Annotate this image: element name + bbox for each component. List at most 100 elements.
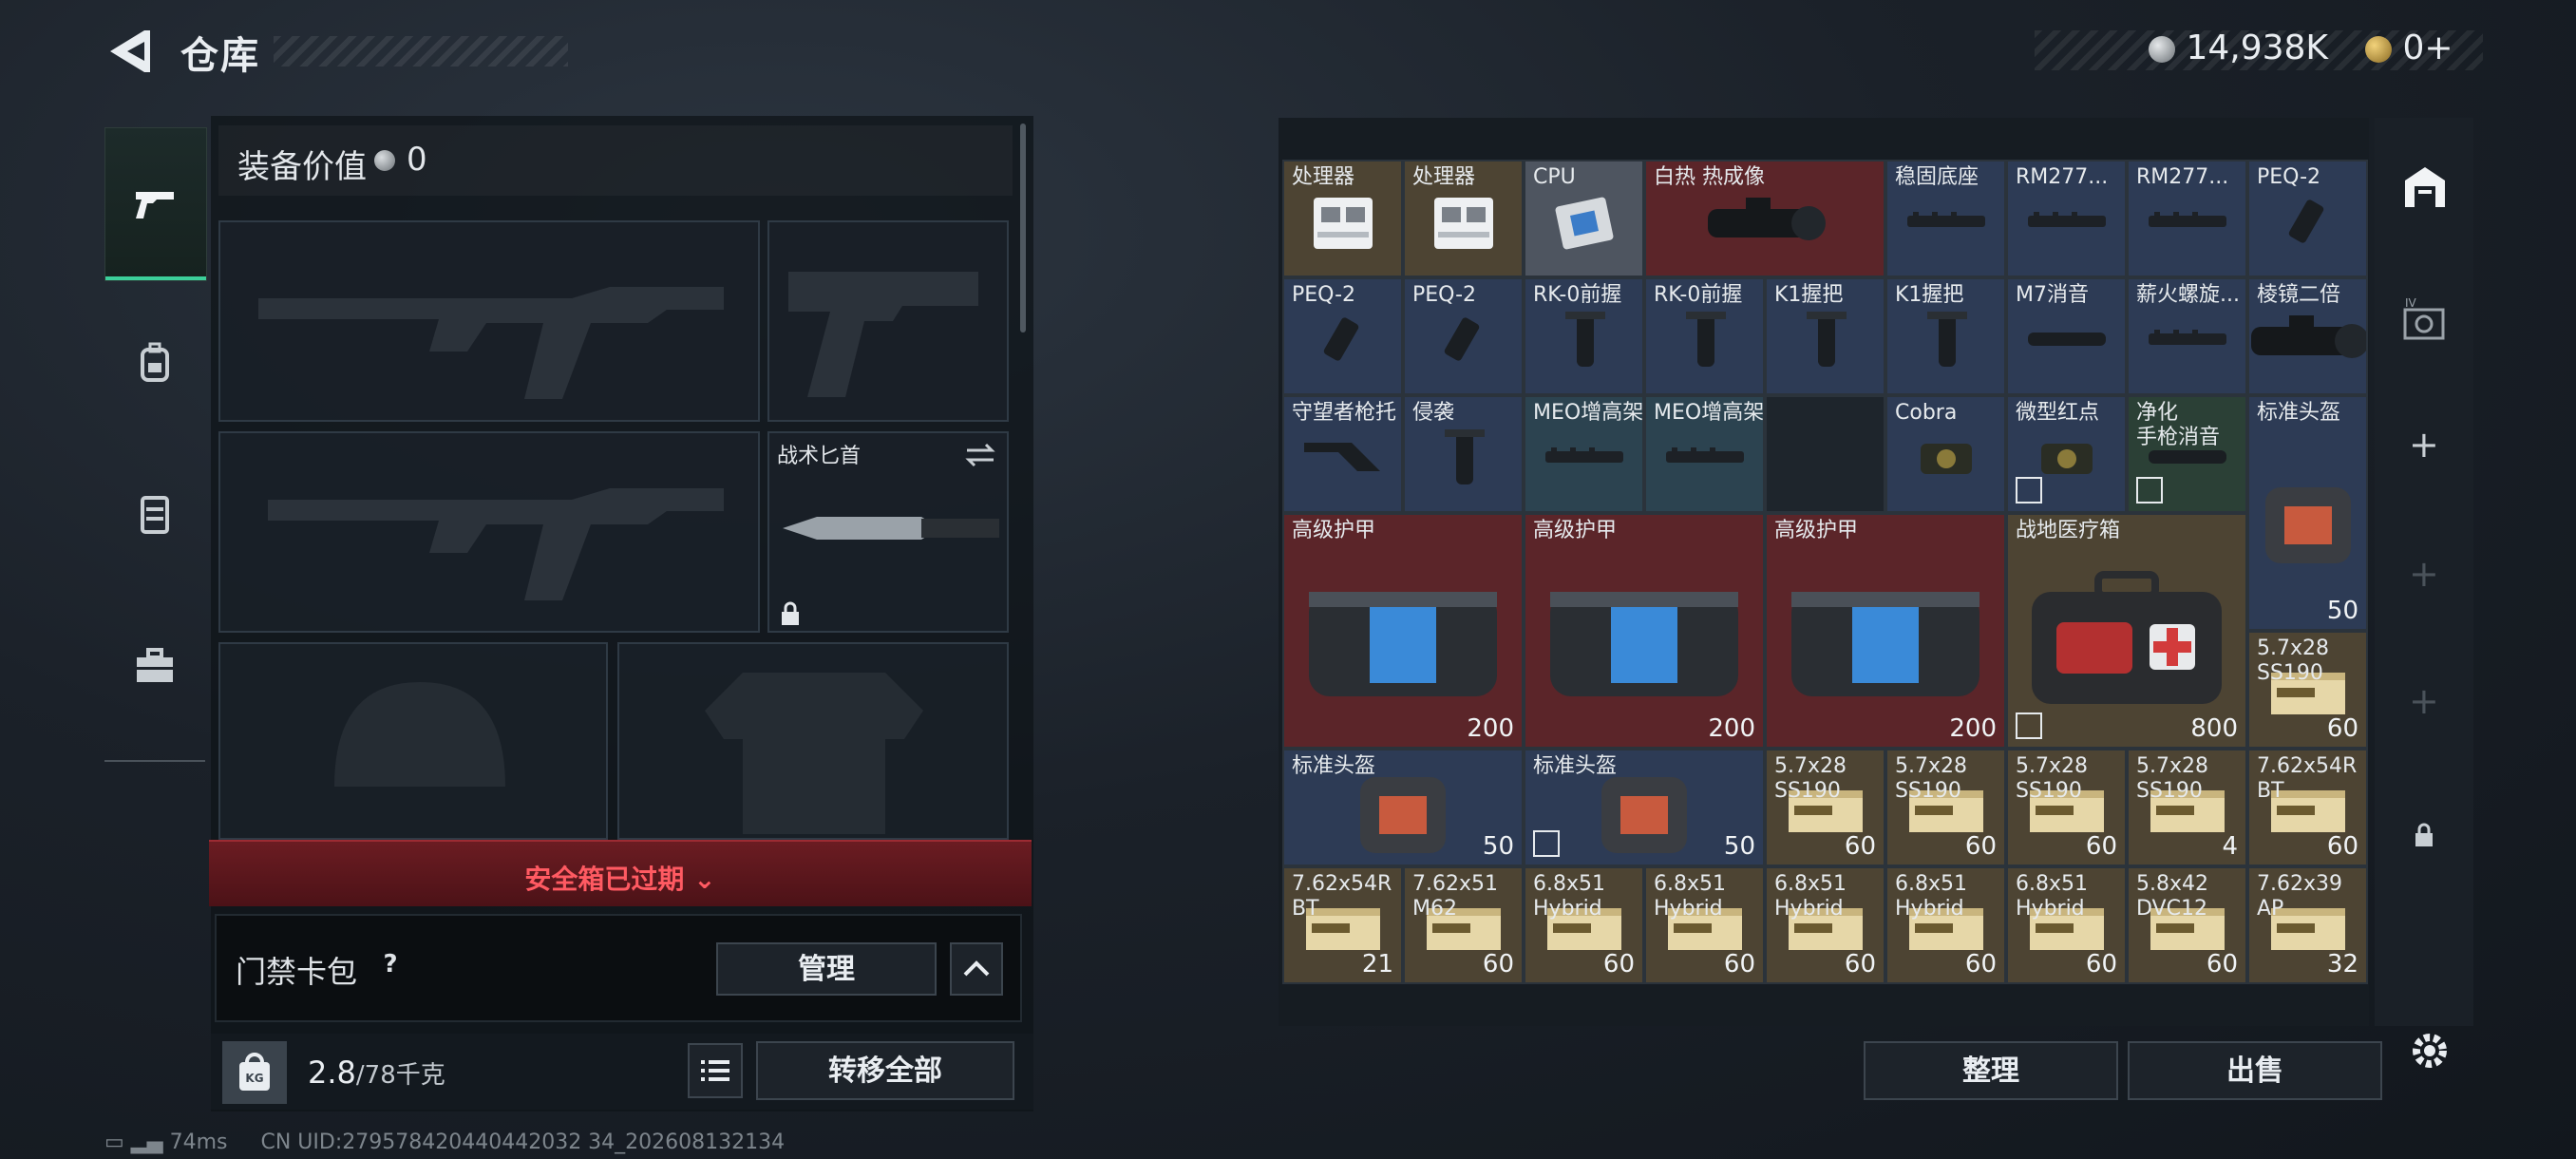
item-name: 5.7x28 SS190 <box>1774 754 1847 803</box>
list-view-button[interactable] <box>688 1043 743 1098</box>
inventory-item[interactable]: 处理器 <box>1403 160 1524 277</box>
box-icon <box>1308 188 1378 258</box>
inventory-item[interactable]: K1握把 <box>1765 277 1885 395</box>
item-name: 7.62x51 M62 <box>1412 872 1498 921</box>
box-icon <box>1429 188 1499 258</box>
inventory-item[interactable]: RK-0前握 <box>1524 277 1644 395</box>
inventory-item[interactable]: PEQ-2 <box>1282 277 1403 395</box>
inventory-item[interactable]: 高级护甲 200 <box>1282 513 1524 749</box>
inventory-item[interactable]: 白热 热成像 <box>1644 160 1885 277</box>
tab-toolbox[interactable] <box>104 595 205 737</box>
armor-slot[interactable] <box>617 642 1009 840</box>
inventory-item[interactable]: 处理器 <box>1282 160 1403 277</box>
inventory-item[interactable]: 棱镜二倍 <box>2247 277 2368 395</box>
sort-button[interactable]: 整理 <box>1864 1041 2118 1100</box>
item-name: 薪火螺旋... <box>2136 283 2240 307</box>
inventory-item[interactable]: 7.62x39 AP 32 <box>2247 866 2368 984</box>
sell-button[interactable]: 出售 <box>2128 1041 2382 1100</box>
inventory-item[interactable]: PEQ-2 <box>2247 160 2368 277</box>
gold-coin-icon <box>2365 36 2392 63</box>
inventory-item[interactable]: 6.8x51 Hybrid 60 <box>1765 866 1885 984</box>
weight-readout: 2.8/78千克 <box>308 1054 445 1091</box>
add-tab-button[interactable]: + <box>2409 424 2439 466</box>
inventory-item[interactable]: 6.8x51 Hybrid 60 <box>2006 866 2127 984</box>
item-name: 6.8x51 Hybrid <box>1774 872 1847 921</box>
item-name: MEO增高架 <box>1654 401 1765 425</box>
inventory-item[interactable]: RM277... <box>2006 160 2127 277</box>
inventory-item[interactable]: 5.7x28 SS190 4 <box>2127 749 2247 866</box>
primary-weapon-slot[interactable] <box>218 220 760 422</box>
safe-box-expired-bar[interactable]: 安全箱已过期 ⌄ <box>209 840 1032 906</box>
item-name: 标准头盔 <box>1533 754 1618 778</box>
inventory-item[interactable]: 侵袭 <box>1403 395 1524 513</box>
currency-secondary[interactable]: 0+ <box>2365 28 2453 67</box>
chip-icon <box>1551 188 1618 258</box>
transfer-all-button[interactable]: 转移全部 <box>756 1041 1014 1100</box>
inventory-item[interactable]: 微型红点 <box>2006 395 2127 513</box>
inventory-item[interactable]: RK-0前握 <box>1644 277 1765 395</box>
item-name: PEQ-2 <box>1412 283 1477 307</box>
safe-box-status: 安全箱已过期 ⌄ <box>209 859 1032 897</box>
back-button[interactable] <box>106 27 152 76</box>
inventory-item[interactable]: 标准头盔 50 <box>2247 395 2368 631</box>
inventory-item[interactable] <box>1765 395 1885 513</box>
equipment-scrollbar[interactable] <box>1020 124 1026 332</box>
help-icon[interactable]: ? <box>374 950 407 982</box>
tab-vest[interactable] <box>104 443 205 585</box>
inventory-item[interactable]: K1握把 <box>1885 277 2006 395</box>
inventory-item[interactable]: 战地医疗箱 800 <box>2006 513 2247 749</box>
item-quantity: 60 <box>1844 950 1876 978</box>
inventory-item[interactable]: 5.8x42 DVC12 60 <box>2127 866 2247 984</box>
tab-safe-4[interactable]: IV <box>2397 293 2453 348</box>
helmet-slot[interactable] <box>218 642 608 840</box>
inventory-item[interactable]: 6.8x51 Hybrid 60 <box>1644 866 1765 984</box>
chevron-down-icon: ⌄ <box>693 864 716 895</box>
collapse-button[interactable] <box>950 942 1003 996</box>
inventory-item[interactable]: 标准头盔 50 <box>1282 749 1524 866</box>
inventory-item[interactable]: 高级护甲 200 <box>1524 513 1765 749</box>
inventory-item[interactable]: 标准头盔 50 <box>1524 749 1765 866</box>
title-decor <box>274 36 568 66</box>
manage-button[interactable]: 管理 <box>716 942 937 996</box>
grip-icon <box>1676 308 1733 374</box>
inventory-item[interactable]: 薪火螺旋... <box>2127 277 2247 395</box>
inventory-item[interactable]: RM277... <box>2127 160 2247 277</box>
item-quantity: 60 <box>2326 714 2358 743</box>
inventory-item[interactable]: 6.8x51 Hybrid 60 <box>1524 866 1644 984</box>
inventory-item[interactable]: 7.62x51 M62 60 <box>1403 866 1524 984</box>
inventory-item[interactable]: 6.8x51 Hybrid 60 <box>1885 866 2006 984</box>
inventory-item[interactable]: M7消音 <box>2006 277 2127 395</box>
inventory-item[interactable]: 5.7x28 SS190 60 <box>2247 631 2368 749</box>
tab-weapons[interactable] <box>104 127 207 281</box>
inventory-item[interactable]: 高级护甲 200 <box>1765 513 2006 749</box>
item-name: 守望者枪托 <box>1292 401 1397 425</box>
inventory-item[interactable]: PEQ-2 <box>1403 277 1524 395</box>
secondary-weapon-slot[interactable] <box>218 431 760 633</box>
inventory-item[interactable]: 7.62x54R BT 21 <box>1282 866 1403 984</box>
item-name: 6.8x51 Hybrid <box>1654 872 1727 921</box>
pistol-slot[interactable] <box>767 220 1009 422</box>
inventory-item[interactable]: 7.62x54R BT 60 <box>2247 749 2368 866</box>
laser-icon <box>2280 193 2337 254</box>
storage-box-icon: IV <box>2403 296 2445 340</box>
pistol-icon <box>136 192 174 218</box>
inventory-item[interactable]: 5.7x28 SS190 60 <box>1885 749 2006 866</box>
melee-slot[interactable]: 战术匕首 <box>767 431 1009 633</box>
settings-button[interactable] <box>2403 1024 2456 1077</box>
item-quantity: 50 <box>2326 597 2358 625</box>
inventory-item[interactable]: 守望者枪托 <box>1282 395 1403 513</box>
inventory-item[interactable]: 净化 手枪消音 <box>2127 395 2247 513</box>
item-name: PEQ-2 <box>1292 283 1356 307</box>
inventory-item[interactable]: 5.7x28 SS190 60 <box>1765 749 1885 866</box>
swap-icon[interactable] <box>963 441 997 469</box>
inventory-item[interactable]: MEO增高架 <box>1644 395 1765 513</box>
inventory-item[interactable]: 稳固底座 <box>1885 160 2006 277</box>
inventory-item[interactable]: 5.7x28 SS190 60 <box>2006 749 2127 866</box>
inventory-tabs: IV + + + <box>2375 118 2473 1026</box>
inventory-item[interactable]: Cobra <box>1885 395 2006 513</box>
lock-icon <box>782 601 799 625</box>
inventory-item[interactable]: CPU <box>1524 160 1644 277</box>
inventory-item[interactable]: MEO增高架 <box>1524 395 1644 513</box>
tab-warehouse[interactable] <box>2399 162 2451 213</box>
tab-backpack[interactable] <box>104 291 205 433</box>
